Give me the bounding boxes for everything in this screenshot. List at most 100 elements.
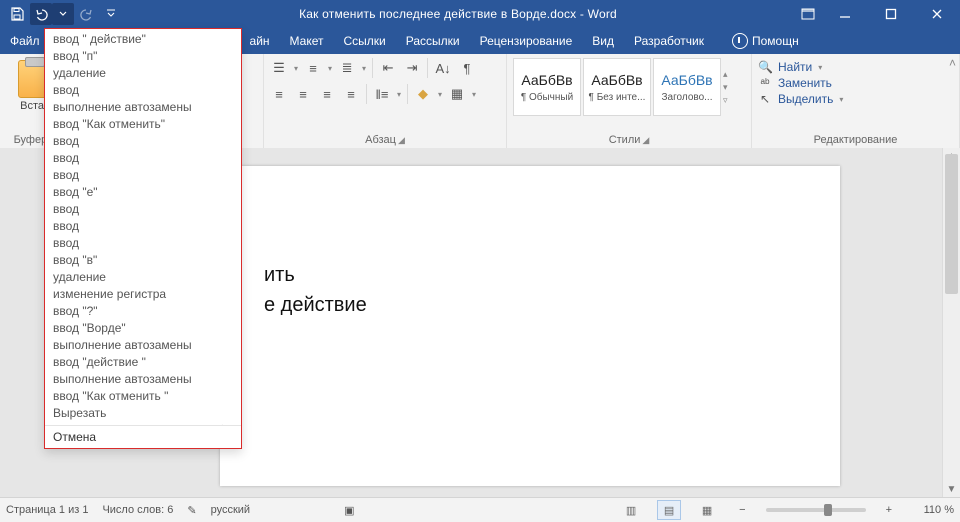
- ribbon-options-button[interactable]: [794, 0, 822, 28]
- undo-history-item[interactable]: ввод: [45, 201, 241, 218]
- document-text-line: е действие: [264, 294, 367, 317]
- undo-history-item[interactable]: ввод "е": [45, 184, 241, 201]
- select-button[interactable]: ↖Выделить ▾: [758, 92, 953, 106]
- spellcheck-icon[interactable]: ✎: [187, 504, 196, 517]
- styles-scroll-up[interactable]: ▴: [723, 69, 737, 80]
- style-label: ¶ Без инте...: [589, 92, 646, 103]
- view-web-layout[interactable]: ▦: [695, 500, 719, 520]
- undo-history-item[interactable]: ввод: [45, 82, 241, 99]
- status-language[interactable]: русский: [211, 504, 250, 516]
- line-spacing-button[interactable]: ‖≡: [373, 85, 391, 103]
- align-right-button[interactable]: ≡: [318, 85, 336, 103]
- undo-history-item[interactable]: ввод "Как отменить ": [45, 388, 241, 405]
- replace-button[interactable]: ᵃᵇЗаменить: [758, 76, 953, 90]
- undo-history-dropdown-button[interactable]: [52, 3, 74, 25]
- undo-button[interactable]: [30, 3, 52, 25]
- window-controls: [822, 0, 960, 28]
- document-page[interactable]: ить е действие: [220, 166, 840, 486]
- zoom-out-button[interactable]: −: [733, 504, 751, 516]
- undo-history-item[interactable]: ввод: [45, 167, 241, 184]
- replace-label: Заменить: [778, 76, 832, 90]
- undo-history-item[interactable]: ввод: [45, 133, 241, 150]
- styles-expand[interactable]: ▿: [723, 95, 737, 106]
- undo-history-item[interactable]: изменение регистра: [45, 286, 241, 303]
- increase-indent-button[interactable]: ⇥: [403, 59, 421, 77]
- zoom-slider-knob[interactable]: [824, 504, 832, 516]
- view-print-layout[interactable]: ▤: [657, 500, 681, 520]
- undo-history-item[interactable]: выполнение автозамены: [45, 371, 241, 388]
- undo-history-item[interactable]: ввод "?": [45, 303, 241, 320]
- tab-layout[interactable]: Макет: [280, 28, 334, 54]
- tell-me-label: Помощн: [752, 34, 799, 48]
- status-bar: Страница 1 из 1 Число слов: 6 ✎ русский …: [0, 497, 960, 522]
- undo-history-list[interactable]: ввод " действие"ввод "п"удалениевводвыпо…: [45, 29, 241, 425]
- style-no-spacing[interactable]: АаБбВв ¶ Без инте...: [583, 58, 651, 116]
- search-icon: 🔍: [758, 60, 772, 74]
- sort-button[interactable]: A↓: [434, 59, 452, 77]
- undo-history-item[interactable]: ввод "действие ": [45, 354, 241, 371]
- save-button[interactable]: [6, 3, 28, 25]
- decrease-indent-button[interactable]: ⇤: [379, 59, 397, 77]
- undo-history-item[interactable]: Вырезать: [45, 405, 241, 422]
- undo-history-item[interactable]: ввод "п": [45, 48, 241, 65]
- group-paragraph-label: Абзац: [365, 134, 396, 146]
- undo-history-item[interactable]: ввод "в": [45, 252, 241, 269]
- bullets-button[interactable]: ☰: [270, 59, 288, 77]
- tell-me-search[interactable]: Помощн: [722, 28, 809, 54]
- style-heading1[interactable]: АаБбВв Заголово...: [653, 58, 721, 116]
- find-label: Найти: [778, 60, 812, 74]
- vertical-scrollbar[interactable]: ▲ ▼: [942, 148, 960, 498]
- close-button[interactable]: [914, 0, 960, 28]
- numbering-button[interactable]: ≡: [304, 59, 322, 77]
- macro-icon[interactable]: ▣: [344, 504, 354, 517]
- shading-button[interactable]: ◆: [414, 85, 432, 103]
- align-left-button[interactable]: ≡: [270, 85, 288, 103]
- undo-history-item[interactable]: пропуск грамматической ошибки: [45, 422, 241, 425]
- scroll-down-button[interactable]: ▼: [943, 481, 960, 498]
- zoom-in-button[interactable]: +: [880, 504, 898, 516]
- align-center-button[interactable]: ≡: [294, 85, 312, 103]
- undo-history-item[interactable]: удаление: [45, 65, 241, 82]
- tab-references[interactable]: Ссылки: [334, 28, 396, 54]
- tab-file[interactable]: Файл: [0, 28, 50, 54]
- styles-dialog-launcher[interactable]: ◢: [642, 135, 649, 146]
- redo-button[interactable]: [76, 3, 98, 25]
- undo-history-item[interactable]: ввод: [45, 150, 241, 167]
- zoom-slider[interactable]: [766, 508, 866, 512]
- status-page[interactable]: Страница 1 из 1: [6, 504, 88, 516]
- group-styles-label: Стили: [609, 134, 641, 146]
- collapse-ribbon-button[interactable]: ˄: [949, 56, 956, 70]
- maximize-button[interactable]: [868, 0, 914, 28]
- qat-customize-button[interactable]: [100, 3, 122, 25]
- undo-history-item[interactable]: выполнение автозамены: [45, 337, 241, 354]
- style-normal[interactable]: АаБбВв ¶ Обычный: [513, 58, 581, 116]
- group-paragraph: ☰▾ ≡▾ ≣▾ ⇤ ⇥ A↓ ¶ ≡ ≡ ≡ ≡ ‖≡▾ ◆▾ ▦▾: [264, 54, 507, 148]
- scroll-thumb[interactable]: [945, 154, 958, 294]
- tab-review[interactable]: Рецензирование: [470, 28, 583, 54]
- tab-developer[interactable]: Разработчик: [624, 28, 714, 54]
- undo-history-item[interactable]: удаление: [45, 269, 241, 286]
- multilevel-list-button[interactable]: ≣: [338, 59, 356, 77]
- status-word-count[interactable]: Число слов: 6: [102, 504, 173, 516]
- undo-history-footer[interactable]: Отмена: [45, 425, 241, 448]
- undo-history-item[interactable]: выполнение автозамены: [45, 99, 241, 116]
- tab-mailings[interactable]: Рассылки: [396, 28, 470, 54]
- borders-button[interactable]: ▦: [448, 85, 466, 103]
- undo-history-item[interactable]: ввод: [45, 235, 241, 252]
- find-button[interactable]: 🔍Найти ▾: [758, 60, 953, 74]
- tab-view[interactable]: Вид: [582, 28, 624, 54]
- view-read-mode[interactable]: ▥: [619, 500, 643, 520]
- undo-history-panel: ввод " действие"ввод "п"удалениевводвыпо…: [44, 28, 242, 449]
- minimize-button[interactable]: [822, 0, 868, 28]
- show-marks-button[interactable]: ¶: [458, 59, 476, 77]
- undo-history-item[interactable]: ввод " действие": [45, 31, 241, 48]
- group-styles: АаБбВв ¶ Обычный АаБбВв ¶ Без инте... Аа…: [507, 54, 752, 148]
- justify-button[interactable]: ≡: [342, 85, 360, 103]
- undo-history-item[interactable]: ввод: [45, 218, 241, 235]
- undo-history-item[interactable]: ввод "Ворде": [45, 320, 241, 337]
- style-label: Заголово...: [662, 92, 713, 103]
- paragraph-dialog-launcher[interactable]: ◢: [398, 135, 405, 146]
- undo-history-item[interactable]: ввод "Как отменить": [45, 116, 241, 133]
- styles-scroll-down[interactable]: ▾: [723, 82, 737, 93]
- zoom-level[interactable]: 110 %: [912, 504, 954, 516]
